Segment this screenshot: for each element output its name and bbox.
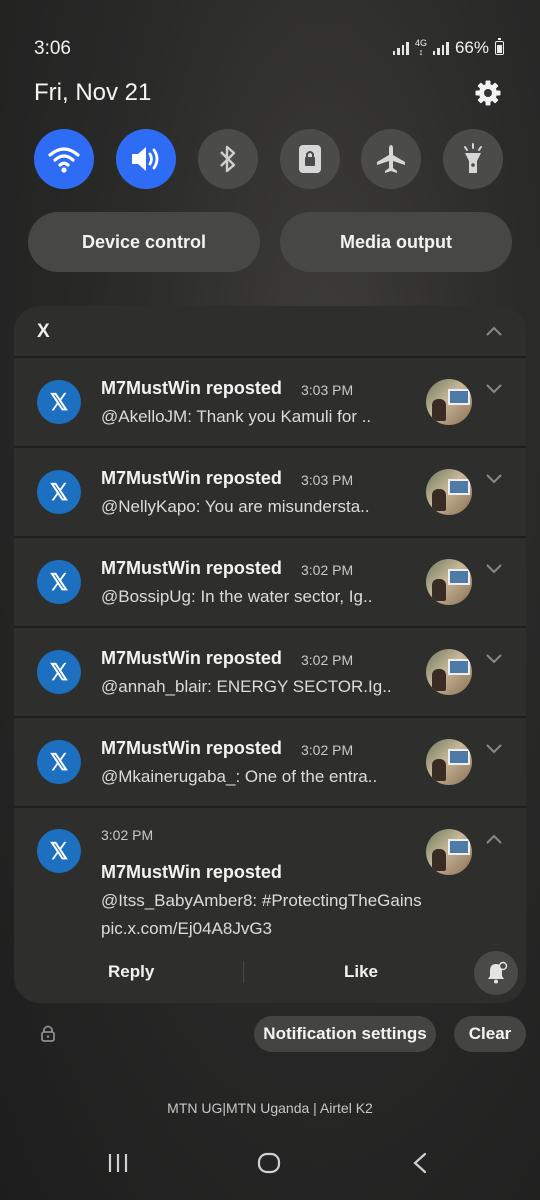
- chevron-up-icon[interactable]: [485, 833, 503, 845]
- notification-text: @BossipUg: In the water sector, Ig..: [101, 587, 373, 606]
- chevron-down-icon[interactable]: [485, 562, 503, 574]
- notification-text-line1: @Itss_BabyAmber8: #ProtectingTheGains: [101, 891, 422, 910]
- profile-photo: [426, 649, 472, 695]
- x-app-icon: 𝕏: [37, 650, 81, 694]
- notification-title: M7MustWin reposted: [101, 378, 282, 398]
- chevron-down-icon[interactable]: [485, 652, 503, 664]
- profile-photo: [426, 379, 472, 425]
- x-app-icon: 𝕏: [37, 560, 81, 604]
- profile-photo: [426, 829, 472, 875]
- notification-time: 3:02 PM: [301, 562, 354, 578]
- status-icons: 4G ↕ 66%: [392, 38, 504, 58]
- profile-photo: [426, 739, 472, 785]
- notification-time: 3:03 PM: [301, 382, 354, 398]
- notification-text: @NellyKapo: You are misundersta..: [101, 497, 370, 516]
- bluetooth-icon: [220, 145, 236, 173]
- back-icon[interactable]: [411, 1152, 429, 1174]
- reply-button[interactable]: Reply: [108, 962, 154, 982]
- profile-photo: [426, 469, 472, 515]
- notification-bell-button[interactable]: [474, 951, 518, 995]
- x-app-icon: 𝕏: [37, 470, 81, 514]
- notification-title: M7MustWin reposted: [101, 558, 282, 578]
- bluetooth-toggle[interactable]: [198, 129, 258, 189]
- notification-time: 3:03 PM: [301, 472, 354, 488]
- chevron-down-icon[interactable]: [485, 472, 503, 484]
- notification-title: M7MustWin reposted: [101, 862, 282, 882]
- notification-title: M7MustWin reposted: [101, 738, 282, 758]
- airplane-icon: [377, 145, 405, 173]
- collapse-group-icon[interactable]: [485, 325, 503, 337]
- divider: [14, 806, 526, 808]
- carrier-text: MTN UG|MTN Uganda | Airtel K2: [167, 1100, 373, 1116]
- sound-toggle[interactable]: [116, 129, 176, 189]
- divider: [14, 356, 526, 358]
- media-output-button[interactable]: Media output: [280, 212, 512, 272]
- battery-percent: 66%: [454, 38, 489, 57]
- x-app-icon: 𝕏: [37, 380, 81, 424]
- wifi-toggle[interactable]: [34, 129, 94, 189]
- action-divider: [243, 961, 244, 983]
- lock-icon: [41, 1025, 55, 1042]
- notification-text-line2[interactable]: pic.x.com/Ej04A8JvG3: [101, 919, 272, 939]
- notification-time: 3:02 PM: [301, 652, 354, 668]
- wifi-icon: [48, 147, 80, 173]
- chevron-down-icon[interactable]: [485, 742, 503, 754]
- profile-photo: [426, 559, 472, 605]
- like-button[interactable]: Like: [344, 962, 378, 982]
- notification-title: M7MustWin reposted: [101, 468, 282, 488]
- device-control-button[interactable]: Device control: [28, 212, 260, 272]
- x-app-icon: 𝕏: [37, 740, 81, 784]
- clear-button[interactable]: Clear: [454, 1016, 526, 1052]
- divider: [14, 716, 526, 718]
- volume-icon: [132, 147, 159, 171]
- status-time: 3:06: [34, 38, 71, 59]
- notification-time: 3:02 PM: [101, 827, 154, 843]
- divider: [14, 446, 526, 448]
- home-icon[interactable]: [257, 1152, 281, 1174]
- divider: [14, 536, 526, 538]
- signal-icon-2: [432, 41, 449, 55]
- lock-icon: [299, 145, 321, 173]
- notification-text: @Mkainerugaba_: One of the entra..: [101, 767, 378, 786]
- notification-time: 3:02 PM: [301, 742, 354, 758]
- notification-text: @AkelloJM: Thank you Kamuli for ..: [101, 407, 372, 426]
- network-type: 4G ↕: [414, 38, 427, 57]
- rotation-lock-toggle[interactable]: [280, 129, 340, 189]
- notification-text: @annah_blair: ENERGY SECTOR.Ig..: [101, 677, 392, 696]
- signal-icon: [392, 41, 409, 55]
- x-app-icon: 𝕏: [37, 829, 81, 873]
- recent-apps-icon[interactable]: [107, 1152, 129, 1174]
- gear-icon[interactable]: [472, 77, 504, 109]
- date: Fri, Nov 21: [34, 79, 152, 106]
- divider: [14, 626, 526, 628]
- chevron-down-icon[interactable]: [485, 382, 503, 394]
- battery-icon: [495, 38, 504, 55]
- flashlight-icon: [464, 143, 482, 173]
- notification-settings-button[interactable]: Notification settings: [254, 1016, 436, 1052]
- airplane-mode-toggle[interactable]: [361, 129, 421, 189]
- bell-icon: [488, 961, 508, 984]
- flashlight-toggle[interactable]: [443, 129, 503, 189]
- app-name: X: [37, 321, 50, 342]
- notification-title: M7MustWin reposted: [101, 648, 282, 668]
